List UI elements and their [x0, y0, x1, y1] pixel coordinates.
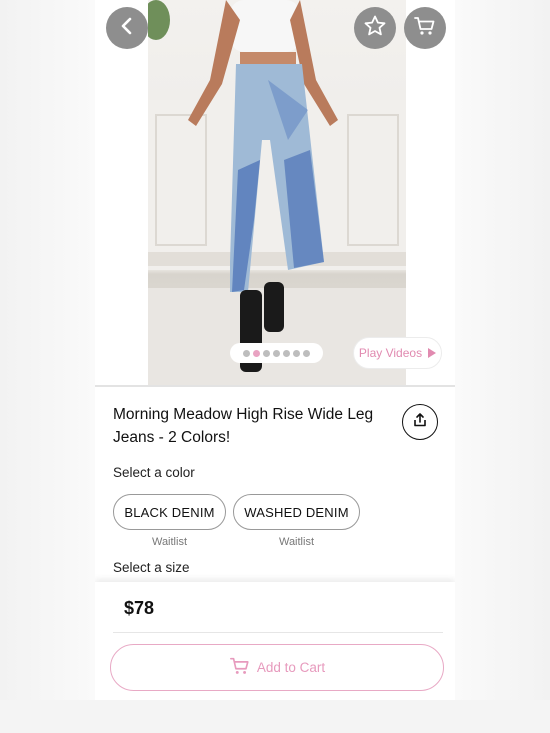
favorite-button[interactable] — [354, 7, 396, 49]
waitlist-status: Waitlist — [278, 536, 315, 548]
product-title: Morning Meadow High Rise Wide Leg Jeans … — [113, 406, 374, 446]
share-icon — [412, 412, 428, 433]
share-button[interactable] — [402, 404, 438, 440]
play-icon — [428, 348, 437, 358]
product-price: $78 — [124, 598, 155, 618]
product-page: Play Videos Morning Meadow High Rise Wid… — [95, 0, 455, 733]
pagination-dot[interactable] — [263, 349, 270, 357]
star-icon — [363, 14, 387, 43]
divider — [113, 632, 443, 633]
play-videos-label: Play Videos — [358, 346, 423, 360]
pagination-dot[interactable] — [243, 349, 250, 357]
color-option-label: BLACK DENIM — [124, 504, 215, 520]
select-color-label: Select a color — [113, 465, 195, 480]
product-photo — [148, 0, 406, 386]
pagination-dot[interactable] — [303, 349, 310, 357]
gallery-pagination — [230, 343, 323, 363]
divider — [95, 385, 455, 387]
color-option-washed-denim[interactable]: WASHED DENIM — [233, 494, 360, 530]
play-videos-button[interactable]: Play Videos — [353, 337, 442, 369]
cart-button[interactable] — [404, 7, 446, 49]
waitlist-status: Waitlist — [151, 536, 188, 548]
cart-icon — [229, 655, 251, 680]
cart-icon — [413, 14, 437, 43]
pagination-dot[interactable] — [293, 349, 300, 357]
add-to-cart-button[interactable]: Add to Cart — [110, 644, 444, 691]
back-button[interactable] — [106, 7, 148, 49]
background-left — [0, 0, 95, 733]
select-size-label: Select a size — [113, 560, 190, 575]
bottom-background — [0, 700, 550, 733]
chevron-left-icon — [117, 16, 137, 41]
product-image-gallery[interactable]: Play Videos — [95, 0, 455, 386]
pagination-dot-active[interactable] — [253, 349, 260, 357]
pagination-dot[interactable] — [273, 349, 280, 357]
color-option-black-denim[interactable]: BLACK DENIM — [113, 494, 226, 530]
background-right — [455, 0, 550, 733]
add-to-cart-label: Add to Cart — [256, 660, 326, 675]
pagination-dot[interactable] — [283, 349, 290, 357]
color-option-label: WASHED DENIM — [244, 504, 349, 520]
